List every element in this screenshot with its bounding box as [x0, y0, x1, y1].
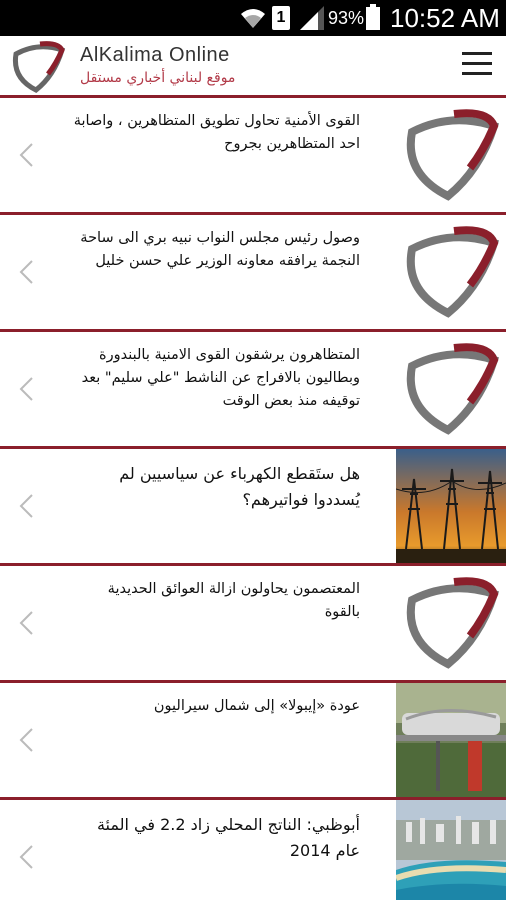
article-thumbnail-logo — [396, 215, 506, 329]
hamburger-menu-icon[interactable] — [462, 52, 492, 78]
list-item[interactable]: القوى الأمنية تحاول تطويق المتظاهرين ، و… — [0, 98, 506, 215]
chevron-left-icon — [19, 494, 33, 518]
article-thumbnail-power-lines — [396, 449, 506, 563]
status-bar: 1 93% 10:52 AM — [0, 0, 506, 36]
chevron-left-icon — [19, 260, 33, 284]
article-thumbnail-stretcher — [396, 683, 506, 797]
article-headline: القوى الأمنية تحاول تطويق المتظاهرين ، و… — [73, 113, 360, 152]
sim-icon: 1 — [272, 6, 290, 30]
list-item[interactable]: هل ستَقطع الكهرباء عن سياسيين لم يُسددوا… — [0, 449, 506, 566]
list-item[interactable]: أبوظبي: الناتج المحلي زاد 2.2 في المئة ع… — [0, 800, 506, 900]
battery-percentage: 93% — [328, 8, 365, 28]
list-item[interactable]: المتظاهرون يرشقون القوى الامنية بالبندور… — [0, 332, 506, 449]
article-headline: هل ستَقطع الكهرباء عن سياسيين لم يُسددوا… — [119, 464, 360, 509]
chevron-left-icon — [19, 377, 33, 401]
chevron-left-icon — [19, 845, 33, 869]
wifi-icon — [241, 9, 265, 28]
battery-icon — [366, 4, 380, 30]
article-headline: وصول رئيس مجلس النواب نبيه بري الى ساحة … — [80, 230, 360, 269]
app-subtitle: موقع لبناني أخباري مستقل — [80, 70, 236, 86]
article-headline: عودة «إيبولا» إلى شمال سيراليون — [153, 698, 360, 714]
chevron-left-icon — [19, 611, 33, 635]
article-thumbnail-logo — [396, 332, 506, 446]
clock: 10:52 AM — [390, 3, 500, 33]
article-thumbnail-logo — [396, 566, 506, 680]
app-header: AlKalima Online موقع لبناني أخباري مستقل — [0, 36, 506, 98]
chevron-left-icon — [19, 728, 33, 752]
signal-icon — [300, 6, 324, 30]
article-headline: المعتصمون يحاولون ازالة العوائق الحديدية… — [107, 581, 360, 620]
list-item[interactable]: عودة «إيبولا» إلى شمال سيراليون — [0, 683, 506, 800]
alkalima-logo[interactable] — [10, 40, 66, 94]
news-list: القوى الأمنية تحاول تطويق المتظاهرين ، و… — [0, 98, 506, 900]
article-headline: المتظاهرون يرشقون القوى الامنية بالبندور… — [81, 347, 360, 409]
list-item[interactable]: المعتصمون يحاولون ازالة العوائق الحديدية… — [0, 566, 506, 683]
list-item[interactable]: وصول رئيس مجلس النواب نبيه بري الى ساحة … — [0, 215, 506, 332]
article-thumbnail-coastline — [396, 800, 506, 900]
article-headline: أبوظبي: الناتج المحلي زاد 2.2 في المئة ع… — [96, 815, 360, 860]
article-thumbnail-logo — [396, 98, 506, 212]
app-title: AlKalima Online — [80, 44, 230, 66]
chevron-left-icon — [19, 143, 33, 167]
